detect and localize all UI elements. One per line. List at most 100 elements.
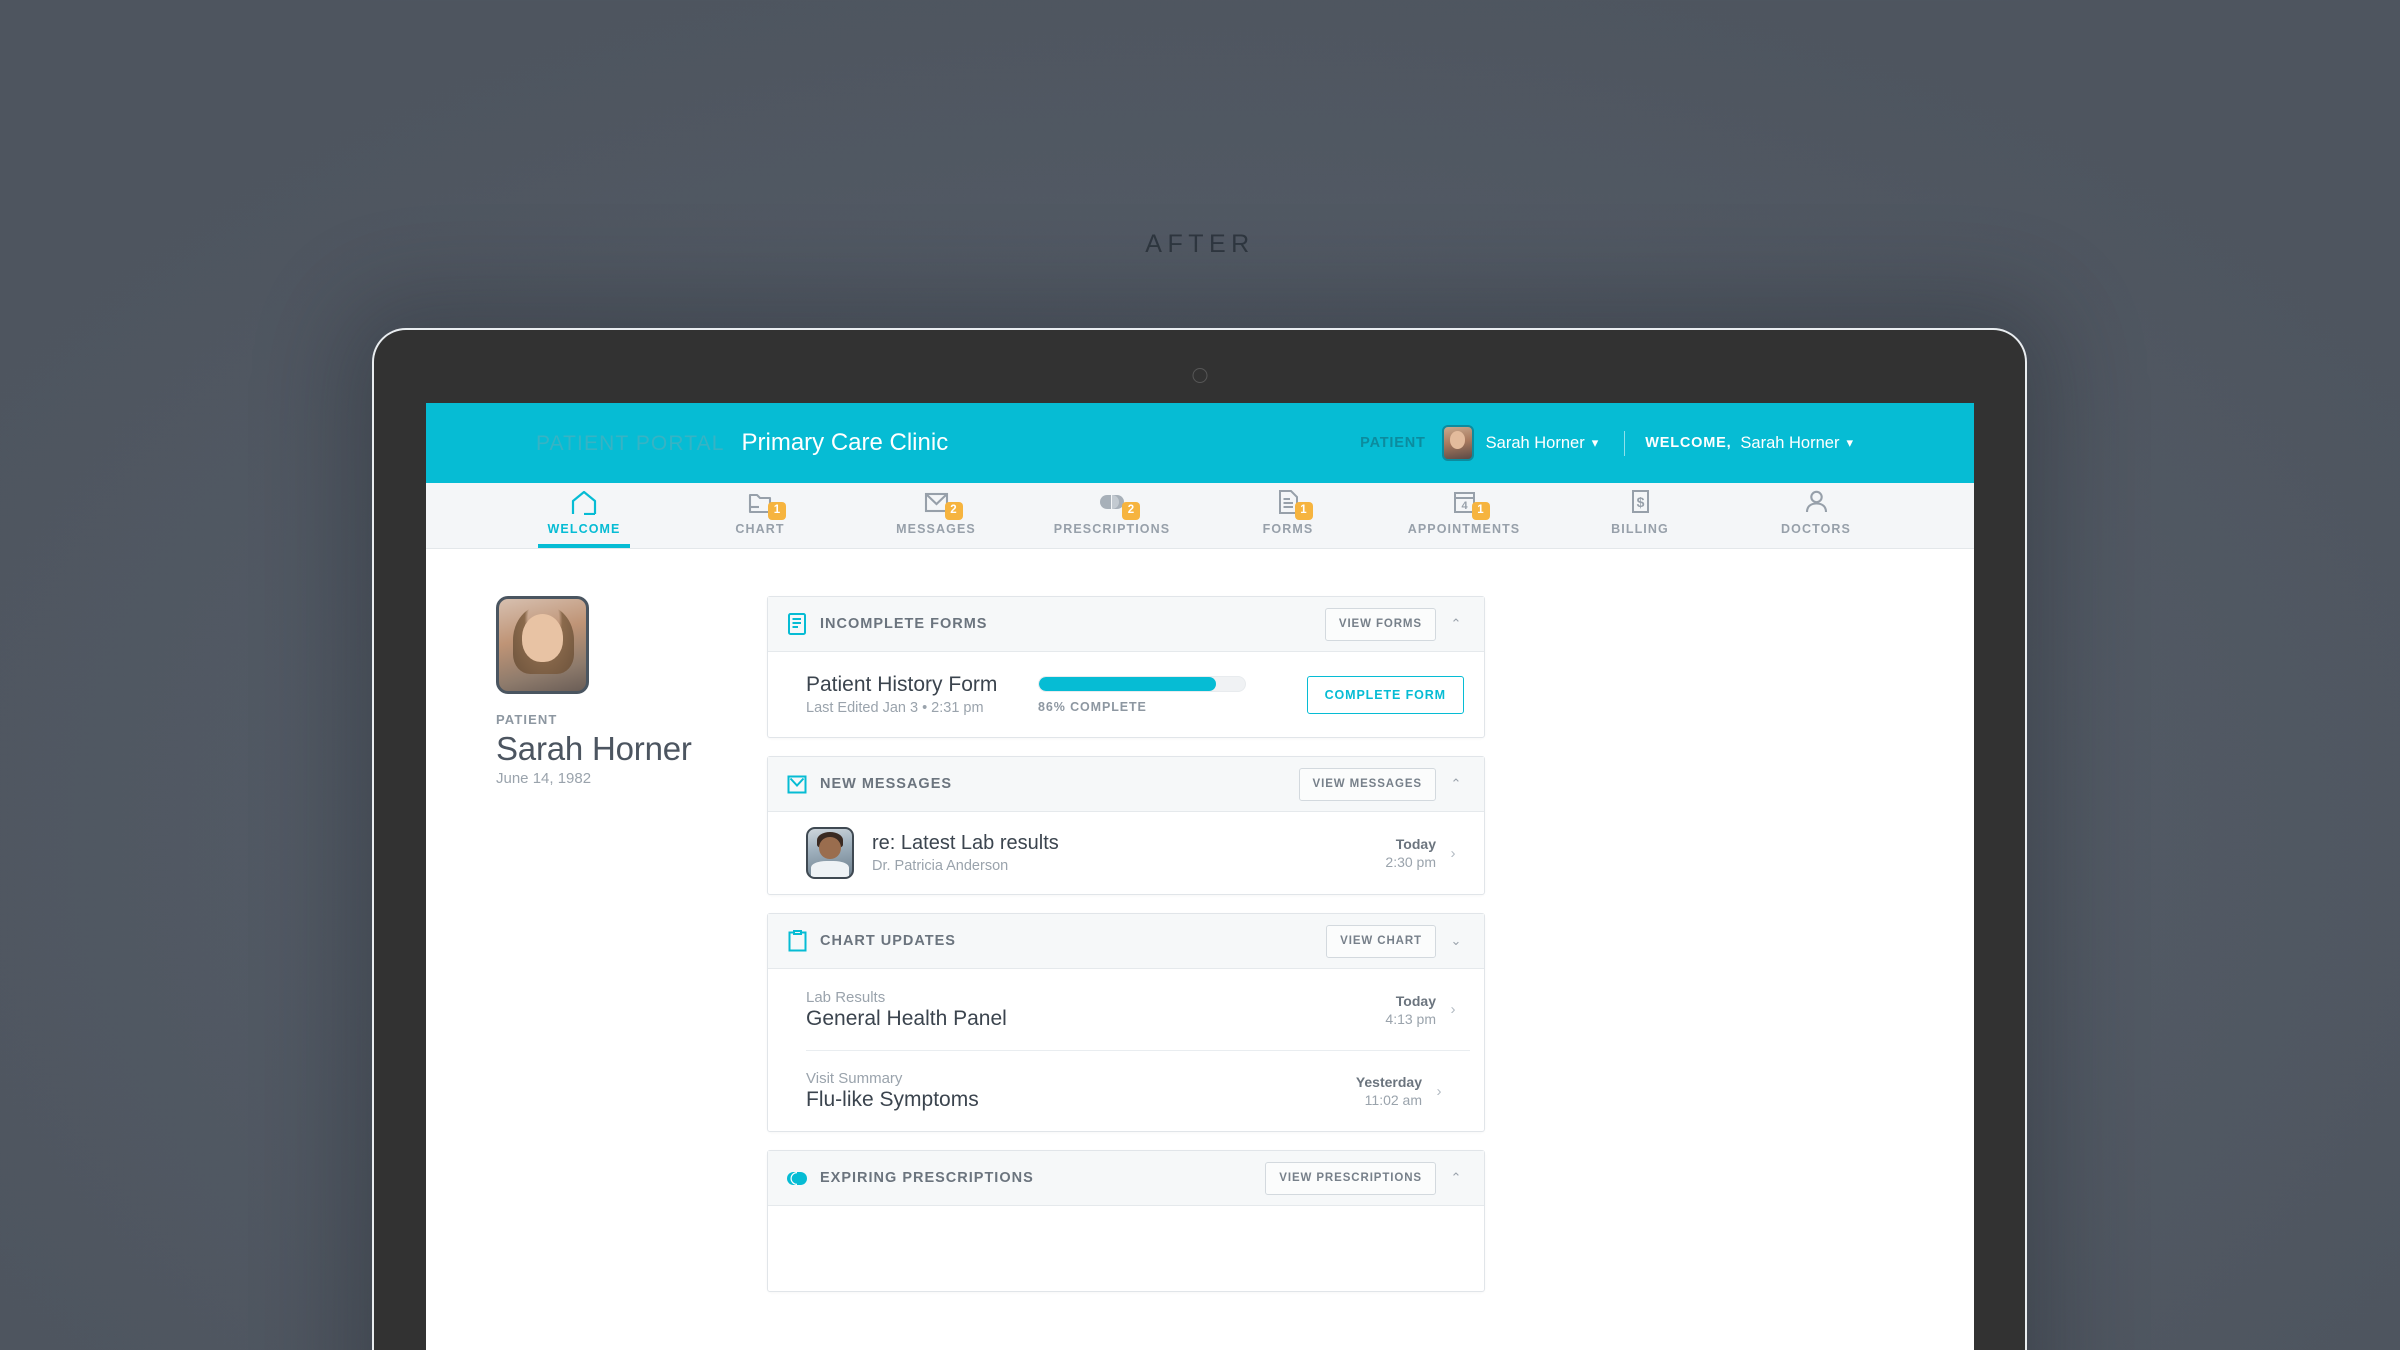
chart-update-title: General Health Panel	[806, 1006, 1007, 1030]
brand-clinic-name: Primary Care Clinic	[741, 429, 949, 456]
nav-item-prescriptions[interactable]: 2 PRESCRIPTIONS	[1024, 482, 1200, 548]
welcome-chevron-down-icon[interactable]: ▾	[1846, 435, 1853, 451]
header-welcome-name[interactable]: Sarah Horner	[1740, 434, 1839, 453]
app-header: PATIENT PORTAL Primary Care Clinic PATIE…	[426, 403, 1974, 483]
card-chart-updates: CHART UPDATES VIEW CHART ⌄ Lab Results G…	[767, 913, 1485, 1132]
header-account-area: PATIENT Sarah Horner ▾ WELCOME, Sarah Ho…	[1360, 403, 1859, 483]
header-patient-label: PATIENT	[1360, 435, 1426, 451]
view-forms-button[interactable]: VIEW FORMS	[1324, 607, 1436, 641]
svg-text:$: $	[1636, 494, 1644, 510]
patient-name: Sarah Horner	[496, 730, 692, 767]
nav-item-messages[interactable]: 2 MESSAGES	[848, 482, 1024, 548]
card-new-messages: NEW MESSAGES VIEW MESSAGES ⌃ re: Latest …	[767, 756, 1485, 895]
chevron-right-icon-message[interactable]: ›	[1436, 845, 1470, 862]
chart-update-kicker: Visit Summary	[806, 1070, 903, 1087]
patient-dob: June 14, 1982	[496, 770, 592, 787]
collapse-chevron-up-icon-forms[interactable]: ⌃	[1439, 608, 1473, 641]
card-header-expiring-prescriptions: EXPIRING PRESCRIPTIONS VIEW PRESCRIPTION…	[768, 1151, 1484, 1206]
card-incomplete-forms: INCOMPLETE FORMS VIEW FORMS ⌃ Patient Hi…	[767, 596, 1485, 738]
chart-update-day: Today	[1395, 992, 1436, 1009]
nav-label-prescriptions: PRESCRIPTIONS	[1053, 522, 1171, 536]
nav-item-doctors[interactable]: DOCTORS	[1728, 482, 1904, 548]
avatar-face-shape	[521, 613, 564, 662]
collapse-chevron-up-icon-messages[interactable]: ⌃	[1439, 768, 1473, 801]
chart-update-row[interactable]: Visit Summary Flu-like Symptoms Yesterda…	[806, 1050, 1470, 1131]
card-header-new-messages: NEW MESSAGES VIEW MESSAGES ⌃	[768, 757, 1484, 812]
avatar-face-shape	[819, 836, 841, 859]
message-time: 2:30 pm	[1385, 854, 1436, 870]
envelope-icon: 2	[923, 489, 963, 520]
card-header-chart-updates: CHART UPDATES VIEW CHART ⌄	[768, 914, 1484, 969]
nav-label-welcome: WELCOME	[547, 522, 621, 536]
pill-icon	[786, 1167, 808, 1189]
nav-item-billing[interactable]: $ BILLING	[1552, 482, 1728, 548]
nav-label-appointments: APPOINTMENTS	[1407, 522, 1521, 536]
nav-badge-chart: 1	[768, 502, 786, 520]
comparison-caption: AFTER	[1145, 230, 1255, 258]
pill-icon: 2	[1097, 489, 1140, 520]
calendar-icon: 4 1	[1452, 489, 1490, 520]
nav-label-doctors: DOCTORS	[1781, 522, 1851, 536]
chart-update-day: Yesterday	[1355, 1074, 1422, 1090]
message-list-item[interactable]: re: Latest Lab results Dr. Patricia Ande…	[768, 812, 1484, 894]
chart-update-time: 11:02 am	[1364, 1092, 1422, 1108]
card-expiring-prescriptions: EXPIRING PRESCRIPTIONS VIEW PRESCRIPTION…	[767, 1150, 1485, 1292]
person-icon	[1804, 489, 1829, 515]
card-header-incomplete-forms: INCOMPLETE FORMS VIEW FORMS ⌃	[768, 597, 1484, 652]
nav-label-chart: CHART	[735, 522, 785, 536]
message-sender-name: Dr. Patricia Anderson	[872, 858, 1009, 874]
page-content: PATIENT Sarah Horner June 14, 1982 INCOM…	[426, 549, 1974, 1292]
svg-text:4: 4	[1461, 500, 1468, 512]
chevron-right-icon-chart-1[interactable]: ›	[1422, 1083, 1456, 1100]
nav-item-chart[interactable]: 1 CHART	[672, 482, 848, 548]
header-divider	[1624, 430, 1626, 456]
dollar-bill-icon: $	[1630, 489, 1651, 515]
nav-label-messages: MESSAGES	[896, 522, 976, 536]
patient-summary-panel: PATIENT Sarah Horner June 14, 1982	[496, 596, 734, 1292]
chart-update-title: Flu-like Symptoms	[806, 1088, 979, 1111]
main-navigation: WELCOME 1 CHART 2 MESSAGES 2 PRESCRIPTIO…	[426, 483, 1974, 549]
chart-update-info: Visit Summary Flu-like Symptoms	[806, 1070, 1356, 1112]
document-icon: 1	[1277, 489, 1313, 520]
form-lines-icon	[786, 613, 808, 635]
form-name: Patient History Form	[806, 673, 998, 696]
message-day: Today	[1395, 836, 1436, 852]
incomplete-form-row: Patient History Form Last Edited Jan 3 •…	[768, 652, 1484, 737]
nav-item-forms[interactable]: 1 FORMS	[1200, 482, 1376, 548]
card-title-incomplete-forms: INCOMPLETE FORMS	[820, 616, 988, 632]
nav-badge-messages: 2	[944, 502, 963, 520]
nav-badge-appointments: 1	[1471, 502, 1490, 520]
nav-label-billing: BILLING	[1611, 522, 1669, 536]
tablet-device-frame: PATIENT PORTAL Primary Care Clinic PATIE…	[372, 328, 2027, 1350]
card-title-chart-updates: CHART UPDATES	[820, 933, 956, 949]
progress-track	[1038, 675, 1246, 692]
chart-update-timestamp: Today 4:13 pm	[1385, 993, 1436, 1027]
collapse-chevron-up-icon-prescriptions[interactable]: ⌃	[1439, 1162, 1473, 1195]
view-chart-button[interactable]: VIEW CHART	[1326, 924, 1436, 958]
view-prescriptions-button[interactable]: VIEW PRESCRIPTIONS	[1265, 1161, 1436, 1195]
collapse-chevron-down-icon-chart[interactable]: ⌄	[1439, 925, 1473, 958]
complete-form-button[interactable]: COMPLETE FORM	[1306, 675, 1464, 714]
form-info: Patient History Form Last Edited Jan 3 •…	[806, 673, 1038, 716]
chart-update-kicker: Lab Results	[806, 988, 886, 1006]
view-messages-button[interactable]: VIEW MESSAGES	[1298, 767, 1436, 801]
chart-update-time: 4:13 pm	[1385, 1010, 1436, 1027]
nav-badge-forms: 1	[1294, 502, 1313, 520]
brand[interactable]: PATIENT PORTAL Primary Care Clinic	[536, 429, 948, 457]
message-sender-avatar	[806, 827, 854, 879]
header-patient-avatar[interactable]	[1441, 425, 1474, 461]
brand-portal-label: PATIENT PORTAL	[536, 432, 725, 455]
message-text: re: Latest Lab results Dr. Patricia Ande…	[872, 832, 1385, 874]
nav-badge-prescriptions: 2	[1122, 502, 1140, 520]
patient-kicker: PATIENT	[496, 712, 558, 727]
form-progress: 86% COMPLETE	[1038, 675, 1246, 714]
patient-avatar[interactable]	[496, 596, 589, 694]
card-title-new-messages: NEW MESSAGES	[820, 776, 953, 792]
nav-item-appointments[interactable]: 4 1 APPOINTMENTS	[1376, 482, 1552, 548]
header-patient-name[interactable]: Sarah Horner	[1486, 434, 1585, 453]
chevron-right-icon-chart-0[interactable]: ›	[1436, 1001, 1470, 1018]
nav-item-welcome[interactable]: WELCOME	[496, 482, 672, 548]
folder-outline-icon	[786, 930, 808, 952]
patient-chevron-down-icon[interactable]: ▾	[1592, 435, 1599, 451]
chart-update-row[interactable]: Lab Results General Health Panel Today 4…	[768, 969, 1484, 1050]
